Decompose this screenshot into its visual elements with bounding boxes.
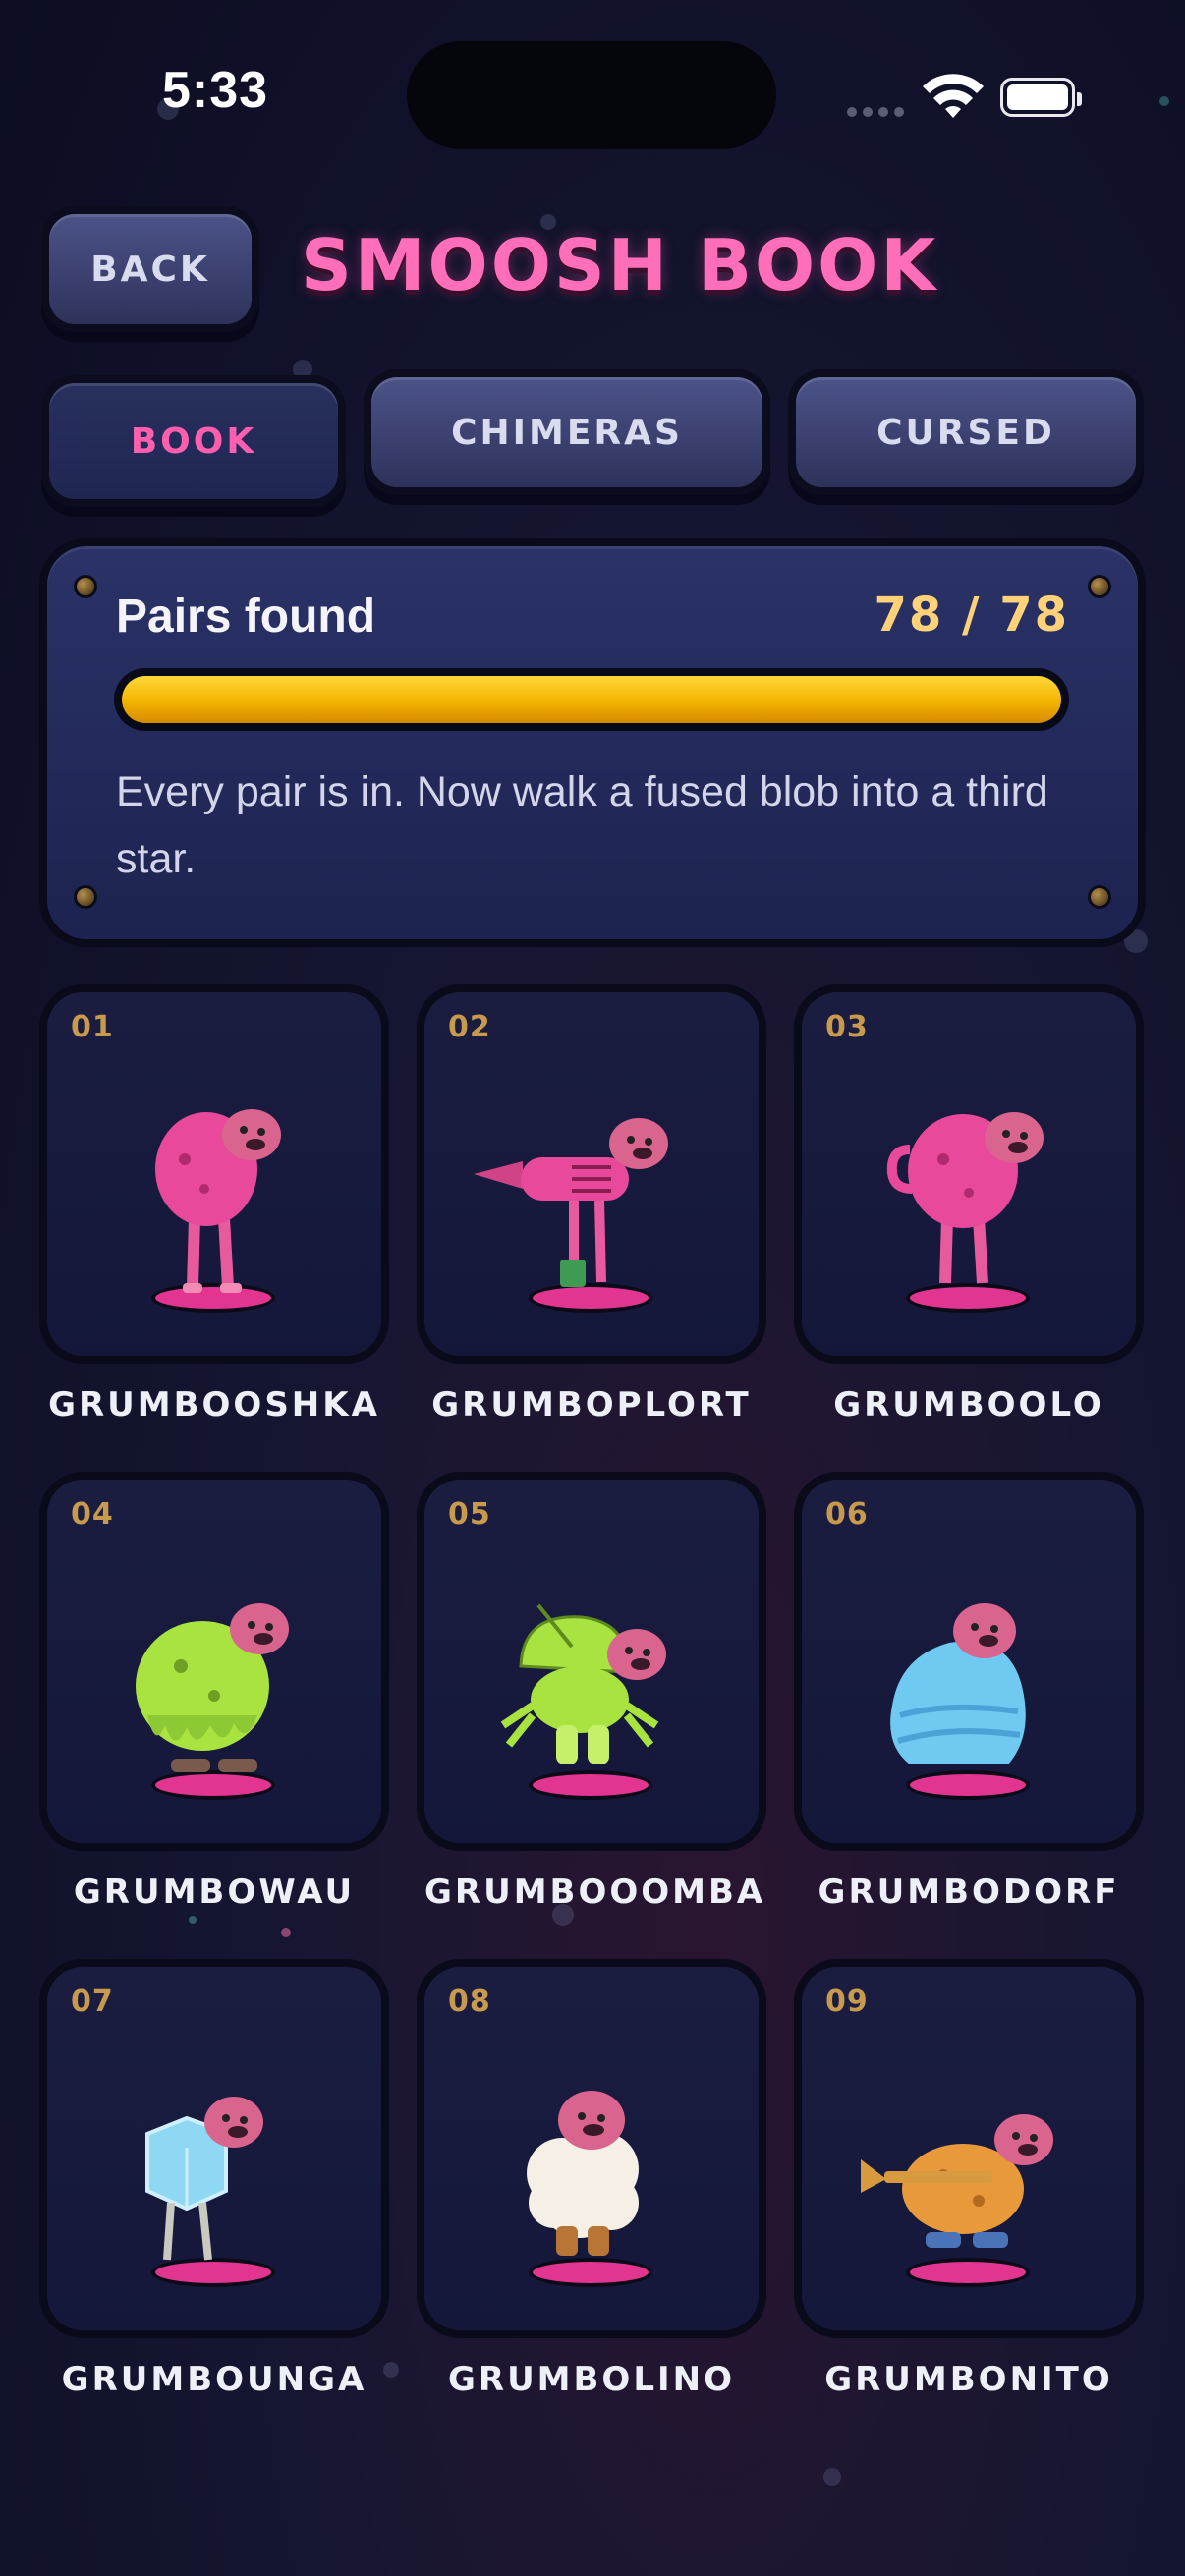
card-number: 07 <box>71 1985 114 2019</box>
back-button-label: BACK <box>90 249 210 290</box>
progress-bar <box>114 668 1069 731</box>
pink-kettle-creature-icon <box>886 1112 1044 1284</box>
tab-cursed[interactable]: CURSED <box>796 377 1136 487</box>
rivet-icon <box>1091 888 1108 906</box>
status-time: 5:33 <box>162 62 269 119</box>
sheep-creature-icon <box>527 2091 639 2256</box>
tab-label: CHIMERAS <box>451 412 683 453</box>
creature-name: GRUMBODORF <box>818 1873 1120 1912</box>
creature-name: GRUMBOOOMBA <box>424 1873 766 1912</box>
back-button[interactable]: BACK <box>49 214 252 324</box>
background-dot <box>1159 96 1169 106</box>
background-dot <box>383 2362 399 2378</box>
green-slime-creature-icon <box>136 1603 289 1772</box>
creature-card[interactable]: 07 <box>47 1967 381 2330</box>
card-number: 03 <box>825 1010 869 1044</box>
creature-card[interactable]: 05 <box>424 1480 759 1843</box>
dynamic-island <box>407 41 776 149</box>
card-number: 09 <box>825 1985 869 2019</box>
card-number: 04 <box>71 1497 114 1532</box>
satellite-crab-creature-icon <box>500 1603 666 1764</box>
creature-name: GRUMBOLINO <box>447 2360 736 2399</box>
hairdryer-creature-icon <box>474 1118 668 1287</box>
card-number: 05 <box>448 1497 491 1532</box>
creature-name: GRUMBONITO <box>824 2360 1113 2399</box>
card-number: 01 <box>71 1010 114 1044</box>
creature-card[interactable]: 02 <box>424 992 759 1356</box>
creature-card[interactable]: 06 <box>802 1480 1136 1843</box>
creature-card[interactable]: 04 <box>47 1480 381 1843</box>
wifi-icon <box>923 74 984 118</box>
rivet-icon <box>77 578 94 595</box>
pink-blob-creature-icon <box>155 1109 281 1293</box>
pairs-found-label: Pairs found <box>116 590 376 643</box>
rivet-icon <box>77 888 94 906</box>
background-dot <box>281 1928 291 1937</box>
creature-name: GRUMBOWAU <box>73 1873 356 1912</box>
background-dot <box>189 1916 197 1924</box>
card-number: 06 <box>825 1497 869 1532</box>
creature-name: GRUMBOUNGA <box>61 2360 367 2399</box>
tab-label: CURSED <box>876 412 1055 453</box>
blue-blob-creature-icon <box>890 1603 1026 1764</box>
creature-name: GRUMBOPLORT <box>431 1385 752 1425</box>
tab-book[interactable]: BOOK <box>49 383 338 499</box>
background-dot <box>293 360 312 379</box>
creature-name: GRUMBOOLO <box>833 1385 1104 1425</box>
background-dot <box>1124 929 1148 953</box>
progress-panel: Pairs found 78 / 78 Every pair is in. No… <box>47 546 1138 939</box>
creature-card[interactable]: 09 <box>802 1967 1136 2330</box>
tab-chimeras[interactable]: CHIMERAS <box>371 377 762 487</box>
progress-bar-fill <box>122 676 1061 723</box>
pairs-found-count: 78 / 78 <box>874 588 1069 643</box>
cellular-signal-icon <box>847 102 910 121</box>
ice-cube-creature-icon <box>145 2097 263 2261</box>
background-dot <box>823 2468 841 2486</box>
creature-name: GRUMBOOSHKA <box>48 1385 380 1425</box>
trumpet-creature-icon <box>861 2114 1053 2248</box>
page-title: SMOOSH BOOK <box>301 224 939 307</box>
tab-label: BOOK <box>130 420 257 462</box>
battery-icon <box>1000 78 1082 117</box>
card-number: 02 <box>448 1010 491 1044</box>
progress-description: Every pair is in. Now walk a fused blob … <box>116 768 1048 882</box>
creature-card[interactable]: 01 <box>47 992 381 1356</box>
card-number: 08 <box>448 1985 491 2019</box>
creature-card[interactable]: 03 <box>802 992 1136 1356</box>
creature-card[interactable]: 08 <box>424 1967 759 2330</box>
rivet-icon <box>1091 578 1108 595</box>
